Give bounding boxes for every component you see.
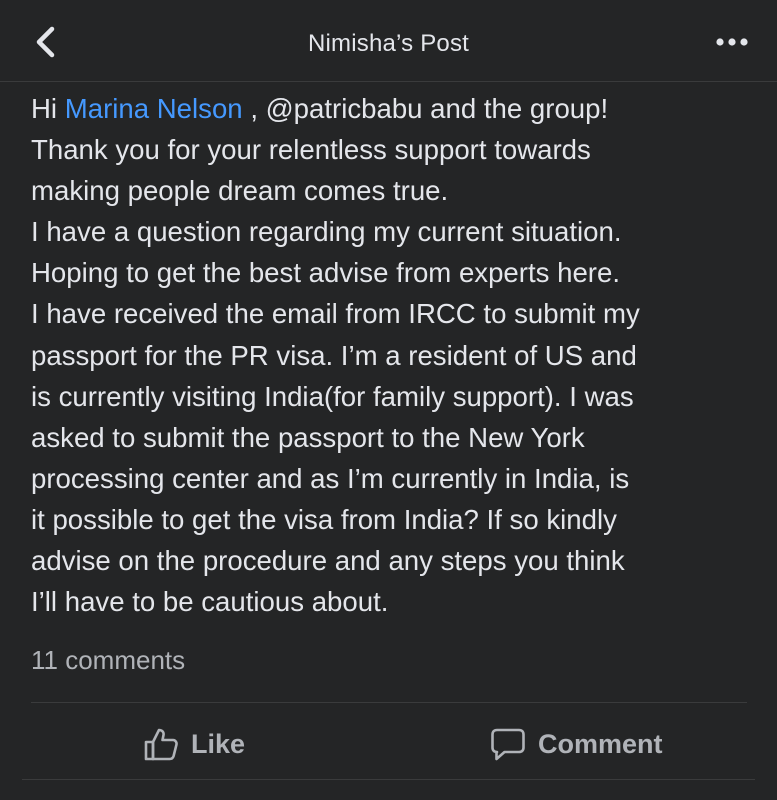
divider <box>31 702 747 703</box>
post-line: processing center and as I’m currently i… <box>31 462 630 494</box>
post-line: is currently visiting India(for family s… <box>31 380 634 412</box>
post-line: I’ll have to be cautious about. <box>31 586 389 618</box>
post-line: asked to submit the passport to the New … <box>31 421 585 453</box>
post-line: I have received the email from IRCC to s… <box>31 298 640 330</box>
post-line: Thank you for your relentless support to… <box>31 134 591 166</box>
post-line: it possible to get the visa from India? … <box>31 503 617 535</box>
comment-label: Comment <box>538 728 663 759</box>
top-bar: Nimisha’s Post <box>0 0 777 82</box>
comment-button[interactable]: Comment <box>490 722 663 766</box>
more-dots-icon <box>716 38 748 46</box>
post-line: I have a question regarding my current s… <box>31 216 622 248</box>
divider <box>22 779 755 780</box>
post-screen: Nimisha’s Post Hi Marina Nelson , @patri… <box>0 0 777 800</box>
greeting-text: Hi <box>31 93 58 124</box>
post-text: Hi Marina Nelson , @patricbabu and the g… <box>31 88 761 622</box>
like-label: Like <box>191 728 246 759</box>
post-line: Hi Marina Nelson , @patricbabu and the g… <box>31 88 761 129</box>
mention-link[interactable]: Marina Nelson <box>65 93 243 124</box>
thumbs-up-icon <box>144 728 178 761</box>
post-line: passport for the PR visa. I’m a resident… <box>31 339 637 371</box>
comments-count-link[interactable]: 11 comments <box>31 645 185 676</box>
more-options-button[interactable] <box>715 30 751 54</box>
post-line: advise on the procedure and any steps yo… <box>31 545 625 577</box>
post-line-text: , @patricbabu and the group! <box>250 93 609 124</box>
post-line: Hoping to get the best advise from exper… <box>31 257 620 289</box>
page-title: Nimisha’s Post <box>307 30 470 57</box>
like-button[interactable]: Like <box>143 722 245 766</box>
comment-bubble-icon <box>491 728 525 761</box>
post-line: making people dream comes true. <box>31 175 449 207</box>
